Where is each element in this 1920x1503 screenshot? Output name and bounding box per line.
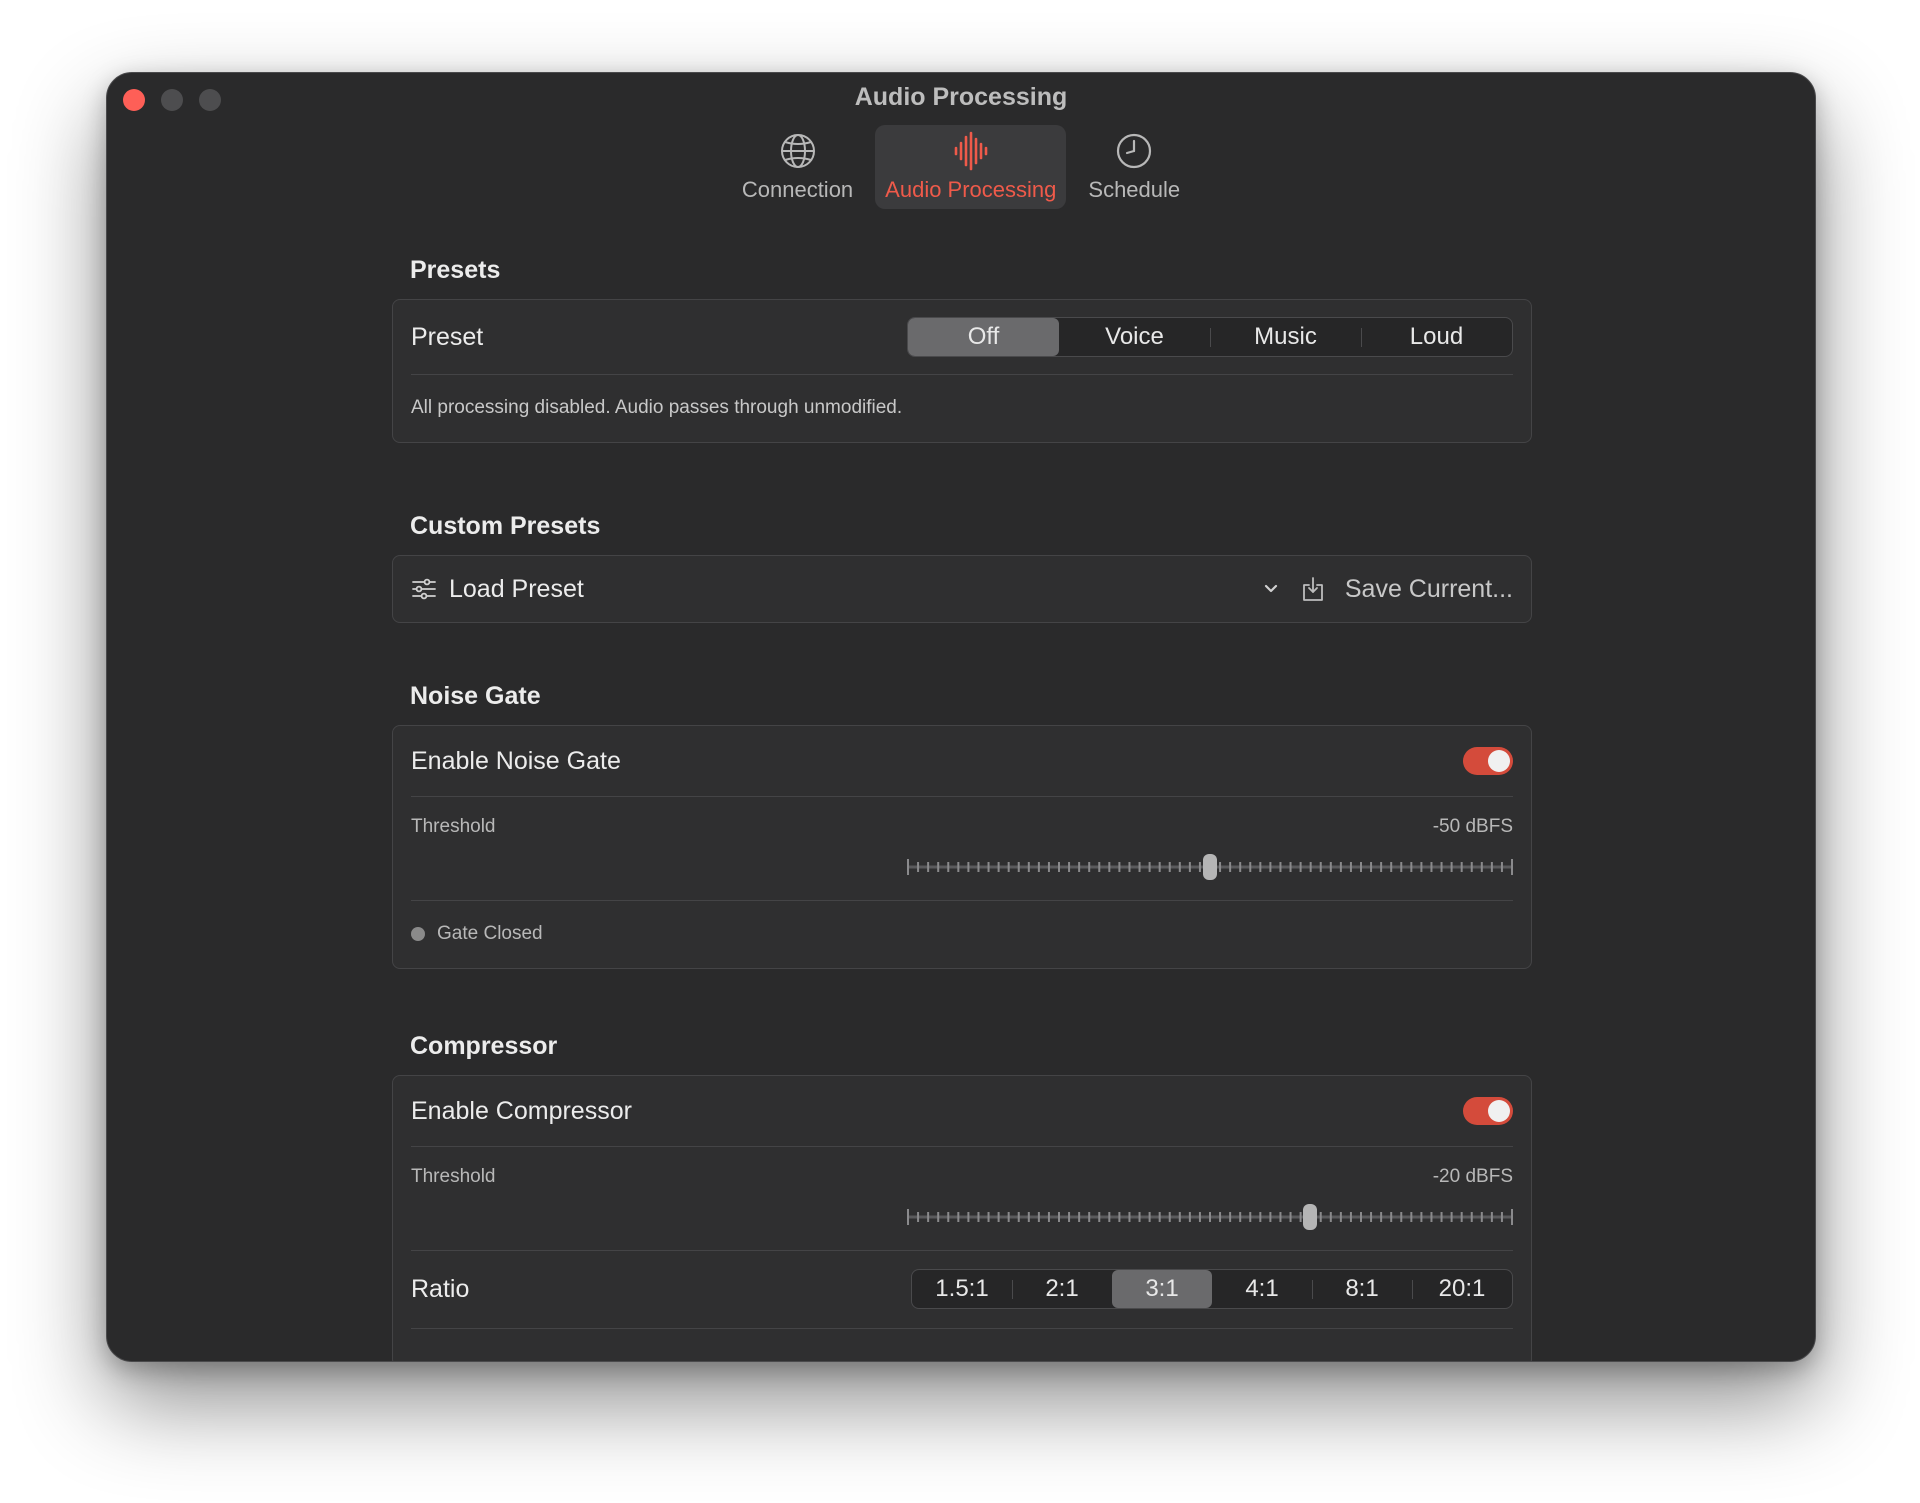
compressor-next-row xyxy=(393,1328,1531,1348)
preset-row: Preset Off Voice Music Loud xyxy=(393,300,1531,374)
presets-panel: Preset Off Voice Music Loud All processi… xyxy=(392,299,1532,443)
globe-icon xyxy=(778,131,818,171)
custom-presets-section-title: Custom Presets xyxy=(410,512,601,540)
ratio-option-1-5[interactable]: 1.5:1 xyxy=(912,1270,1012,1308)
save-tray-icon xyxy=(1301,576,1325,602)
ratio-row: Ratio 1.5:1 2:1 3:1 4:1 8:1 20:1 xyxy=(393,1250,1531,1328)
preset-description: All processing disabled. Audio passes th… xyxy=(411,397,903,418)
gate-status-row: Gate Closed xyxy=(393,900,1531,968)
ratio-option-2[interactable]: 2:1 xyxy=(1012,1270,1112,1308)
noise-gate-threshold-label: Threshold xyxy=(411,816,496,837)
preset-segmented-control[interactable]: Off Voice Music Loud xyxy=(907,317,1513,357)
noise-gate-panel: Enable Noise Gate Threshold -50 dBFS Gat… xyxy=(392,725,1532,969)
preset-option-loud[interactable]: Loud xyxy=(1361,318,1512,356)
enable-compressor-row: Enable Compressor xyxy=(393,1076,1531,1146)
slider-ticks xyxy=(907,1209,1513,1225)
toggle-knob xyxy=(1488,750,1510,772)
ratio-option-8[interactable]: 8:1 xyxy=(1312,1270,1412,1308)
preferences-toolbar: Connection Audio Processing Schedule xyxy=(107,125,1815,209)
enable-noise-gate-row: Enable Noise Gate xyxy=(393,726,1531,796)
slider-thumb[interactable] xyxy=(1203,854,1217,880)
window-title: Audio Processing xyxy=(854,83,1068,111)
preset-description-row: All processing disabled. Audio passes th… xyxy=(393,374,1531,442)
compressor-threshold-row: Threshold -20 dBFS xyxy=(393,1146,1531,1250)
custom-presets-panel: Load Preset Save Current... xyxy=(392,555,1532,623)
tab-connection-label: Connection xyxy=(741,177,854,202)
settings-window: Audio Processing Connection Audio Proces… xyxy=(106,72,1816,1362)
tab-audio-processing[interactable]: Audio Processing xyxy=(875,125,1067,209)
save-current-button[interactable]: Save Current... xyxy=(1301,575,1513,604)
toggle-knob xyxy=(1488,1100,1510,1122)
load-preset-label: Load Preset xyxy=(449,574,584,603)
noise-gate-threshold-value: -50 dBFS xyxy=(1432,816,1513,837)
ratio-option-20[interactable]: 20:1 xyxy=(1412,1270,1512,1308)
tab-connection[interactable]: Connection xyxy=(732,125,863,209)
custom-presets-row: Load Preset Save Current... xyxy=(393,556,1531,622)
gate-status-text: Gate Closed xyxy=(437,923,543,944)
presets-section-title: Presets xyxy=(410,256,501,284)
preset-option-off[interactable]: Off xyxy=(908,318,1059,356)
noise-gate-section-title: Noise Gate xyxy=(410,682,541,710)
compressor-toggle[interactable] xyxy=(1463,1097,1513,1125)
preset-option-music[interactable]: Music xyxy=(1210,318,1361,356)
save-current-label: Save Current... xyxy=(1344,574,1513,603)
ratio-option-4[interactable]: 4:1 xyxy=(1212,1270,1312,1308)
gate-status-indicator xyxy=(411,927,425,941)
ratio-segmented-control[interactable]: 1.5:1 2:1 3:1 4:1 8:1 20:1 xyxy=(911,1269,1513,1309)
sliders-icon xyxy=(411,578,437,600)
clock-icon xyxy=(1114,131,1154,171)
noise-gate-toggle[interactable] xyxy=(1463,747,1513,775)
chevron-down-icon xyxy=(1263,583,1279,595)
tab-audio-processing-label: Audio Processing xyxy=(885,177,1057,202)
compressor-panel: Enable Compressor Threshold -20 dBFS Rat… xyxy=(392,1075,1532,1361)
noise-gate-threshold-row: Threshold -50 dBFS xyxy=(393,796,1531,900)
enable-compressor-label: Enable Compressor xyxy=(411,1096,632,1125)
compressor-threshold-slider[interactable] xyxy=(907,1202,1513,1232)
ratio-option-3[interactable]: 3:1 xyxy=(1112,1270,1212,1308)
preset-option-voice[interactable]: Voice xyxy=(1059,318,1210,356)
noise-gate-threshold-slider[interactable] xyxy=(907,852,1513,882)
waveform-icon xyxy=(951,131,991,171)
compressor-threshold-label: Threshold xyxy=(411,1166,496,1187)
audio-processing-pane: Presets Preset Off Voice Music Loud All … xyxy=(392,253,1532,1361)
slider-thumb[interactable] xyxy=(1302,1204,1317,1230)
load-preset-dropdown[interactable]: Load Preset xyxy=(411,575,1279,604)
compressor-threshold-value: -20 dBFS xyxy=(1432,1166,1513,1187)
tab-schedule[interactable]: Schedule xyxy=(1078,125,1190,209)
preset-label: Preset xyxy=(411,322,484,351)
enable-noise-gate-label: Enable Noise Gate xyxy=(411,746,621,775)
tab-schedule-label: Schedule xyxy=(1088,177,1181,202)
ratio-label: Ratio xyxy=(411,1274,470,1303)
compressor-section-title: Compressor xyxy=(410,1032,558,1060)
